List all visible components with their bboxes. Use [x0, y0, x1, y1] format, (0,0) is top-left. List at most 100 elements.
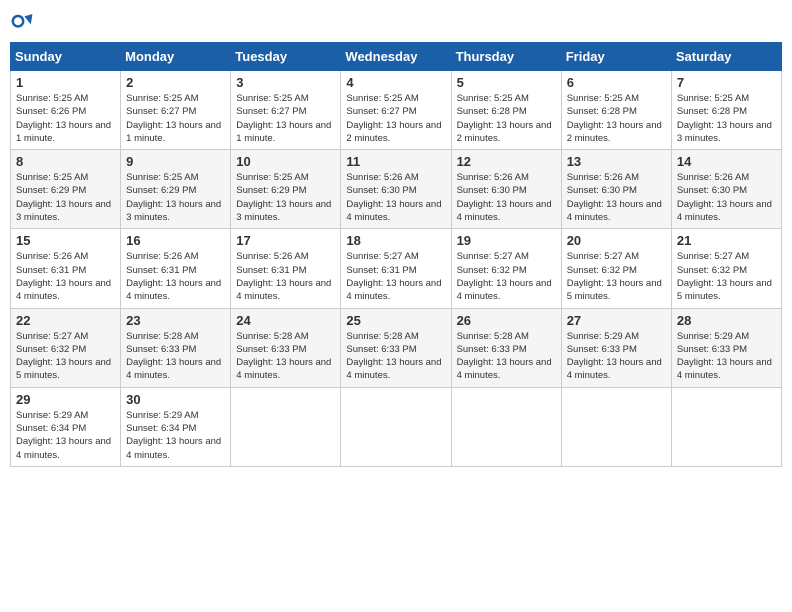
day-number: 9	[126, 154, 225, 169]
day-info: Sunrise: 5:28 AM Sunset: 6:33 PM Dayligh…	[236, 330, 335, 383]
day-number: 24	[236, 313, 335, 328]
day-info: Sunrise: 5:25 AM Sunset: 6:29 PM Dayligh…	[126, 171, 225, 224]
logo	[10, 10, 38, 34]
calendar-cell	[451, 387, 561, 466]
day-info: Sunrise: 5:29 AM Sunset: 6:33 PM Dayligh…	[677, 330, 776, 383]
day-number: 23	[126, 313, 225, 328]
day-number: 25	[346, 313, 445, 328]
day-info: Sunrise: 5:26 AM Sunset: 6:30 PM Dayligh…	[567, 171, 666, 224]
day-info: Sunrise: 5:28 AM Sunset: 6:33 PM Dayligh…	[457, 330, 556, 383]
calendar-cell: 24 Sunrise: 5:28 AM Sunset: 6:33 PM Dayli…	[231, 308, 341, 387]
day-number: 3	[236, 75, 335, 90]
day-number: 30	[126, 392, 225, 407]
day-info: Sunrise: 5:25 AM Sunset: 6:27 PM Dayligh…	[236, 92, 335, 145]
calendar-cell: 2Sunrise: 5:25 AM Sunset: 6:27 PM Daylig…	[121, 71, 231, 150]
column-header-friday: Friday	[561, 43, 671, 71]
day-number: 8	[16, 154, 115, 169]
calendar-cell: 28 Sunrise: 5:29 AM Sunset: 6:33 PM Dayli…	[671, 308, 781, 387]
day-info: Sunrise: 5:27 AM Sunset: 6:32 PM Dayligh…	[677, 250, 776, 303]
day-info: Sunrise: 5:26 AM Sunset: 6:30 PM Dayligh…	[457, 171, 556, 224]
day-info: Sunrise: 5:28 AM Sunset: 6:33 PM Dayligh…	[126, 330, 225, 383]
calendar-cell: 10 Sunrise: 5:25 AM Sunset: 6:29 PM Dayli…	[231, 150, 341, 229]
calendar-row-2: 8 Sunrise: 5:25 AM Sunset: 6:29 PM Daylig…	[11, 150, 782, 229]
day-number: 11	[346, 154, 445, 169]
day-number: 28	[677, 313, 776, 328]
day-number: 6	[567, 75, 666, 90]
calendar-cell: 15 Sunrise: 5:26 AM Sunset: 6:31 PM Dayli…	[11, 229, 121, 308]
day-number: 17	[236, 233, 335, 248]
day-info: Sunrise: 5:25 AM Sunset: 6:27 PM Dayligh…	[346, 92, 445, 145]
calendar-cell: 1 Sunrise: 5:25 AM Sunset: 6:26 PM Daylig…	[11, 71, 121, 150]
day-number: 15	[16, 233, 115, 248]
day-info: Sunrise: 5:25 AM Sunset: 6:29 PM Dayligh…	[16, 171, 115, 224]
day-number: 29	[16, 392, 115, 407]
day-info: Sunrise: 5:29 AM Sunset: 6:34 PM Dayligh…	[126, 409, 225, 462]
column-header-monday: Monday	[121, 43, 231, 71]
header-row: SundayMondayTuesdayWednesdayThursdayFrid…	[11, 43, 782, 71]
day-info: Sunrise: 5:26 AM Sunset: 6:31 PM Dayligh…	[236, 250, 335, 303]
calendar-cell: 13 Sunrise: 5:26 AM Sunset: 6:30 PM Dayli…	[561, 150, 671, 229]
calendar-cell: 11 Sunrise: 5:26 AM Sunset: 6:30 PM Dayli…	[341, 150, 451, 229]
day-info: Sunrise: 5:25 AM Sunset: 6:29 PM Dayligh…	[236, 171, 335, 224]
day-info: Sunrise: 5:26 AM Sunset: 6:31 PM Dayligh…	[126, 250, 225, 303]
calendar-cell: 23 Sunrise: 5:28 AM Sunset: 6:33 PM Dayli…	[121, 308, 231, 387]
column-header-wednesday: Wednesday	[341, 43, 451, 71]
day-info: Sunrise: 5:25 AM Sunset: 6:28 PM Dayligh…	[457, 92, 556, 145]
calendar-cell	[671, 387, 781, 466]
day-info: Sunrise: 5:27 AM Sunset: 6:32 PM Dayligh…	[16, 330, 115, 383]
calendar-cell	[561, 387, 671, 466]
calendar-cell: 5 Sunrise: 5:25 AM Sunset: 6:28 PM Daylig…	[451, 71, 561, 150]
day-info: Sunrise: 5:26 AM Sunset: 6:30 PM Dayligh…	[677, 171, 776, 224]
column-header-tuesday: Tuesday	[231, 43, 341, 71]
calendar-cell: 14 Sunrise: 5:26 AM Sunset: 6:30 PM Dayli…	[671, 150, 781, 229]
day-number: 27	[567, 313, 666, 328]
day-number: 18	[346, 233, 445, 248]
calendar-cell: 17 Sunrise: 5:26 AM Sunset: 6:31 PM Dayli…	[231, 229, 341, 308]
day-number: 7	[677, 75, 776, 90]
day-info: Sunrise: 5:25 AM Sunset: 6:26 PM Dayligh…	[16, 92, 115, 145]
calendar-cell: 22 Sunrise: 5:27 AM Sunset: 6:32 PM Dayli…	[11, 308, 121, 387]
calendar-cell: 6 Sunrise: 5:25 AM Sunset: 6:28 PM Daylig…	[561, 71, 671, 150]
calendar-cell: 4Sunrise: 5:25 AM Sunset: 6:27 PM Daylig…	[341, 71, 451, 150]
calendar-row-1: 1 Sunrise: 5:25 AM Sunset: 6:26 PM Daylig…	[11, 71, 782, 150]
day-info: Sunrise: 5:27 AM Sunset: 6:32 PM Dayligh…	[457, 250, 556, 303]
day-info: Sunrise: 5:27 AM Sunset: 6:32 PM Dayligh…	[567, 250, 666, 303]
calendar-cell: 30 Sunrise: 5:29 AM Sunset: 6:34 PM Dayli…	[121, 387, 231, 466]
day-number: 22	[16, 313, 115, 328]
calendar-cell: 18 Sunrise: 5:27 AM Sunset: 6:31 PM Dayli…	[341, 229, 451, 308]
calendar-cell	[231, 387, 341, 466]
calendar-row-3: 15 Sunrise: 5:26 AM Sunset: 6:31 PM Dayli…	[11, 229, 782, 308]
calendar-cell: 9 Sunrise: 5:25 AM Sunset: 6:29 PM Daylig…	[121, 150, 231, 229]
day-info: Sunrise: 5:27 AM Sunset: 6:31 PM Dayligh…	[346, 250, 445, 303]
calendar-cell: 27 Sunrise: 5:29 AM Sunset: 6:33 PM Dayli…	[561, 308, 671, 387]
calendar-cell: 3 Sunrise: 5:25 AM Sunset: 6:27 PM Daylig…	[231, 71, 341, 150]
day-info: Sunrise: 5:29 AM Sunset: 6:34 PM Dayligh…	[16, 409, 115, 462]
calendar-cell: 7Sunrise: 5:25 AM Sunset: 6:28 PM Daylig…	[671, 71, 781, 150]
day-number: 5	[457, 75, 556, 90]
day-number: 26	[457, 313, 556, 328]
day-number: 14	[677, 154, 776, 169]
calendar-row-4: 22 Sunrise: 5:27 AM Sunset: 6:32 PM Dayli…	[11, 308, 782, 387]
day-number: 16	[126, 233, 225, 248]
day-info: Sunrise: 5:25 AM Sunset: 6:28 PM Dayligh…	[567, 92, 666, 145]
day-number: 13	[567, 154, 666, 169]
day-number: 20	[567, 233, 666, 248]
calendar-cell: 29 Sunrise: 5:29 AM Sunset: 6:34 PM Dayli…	[11, 387, 121, 466]
day-number: 21	[677, 233, 776, 248]
day-info: Sunrise: 5:26 AM Sunset: 6:30 PM Dayligh…	[346, 171, 445, 224]
column-header-thursday: Thursday	[451, 43, 561, 71]
calendar-cell: 19Sunrise: 5:27 AM Sunset: 6:32 PM Dayli…	[451, 229, 561, 308]
calendar-cell: 21 Sunrise: 5:27 AM Sunset: 6:32 PM Dayli…	[671, 229, 781, 308]
logo-icon	[10, 10, 34, 34]
calendar-table: SundayMondayTuesdayWednesdayThursdayFrid…	[10, 42, 782, 467]
day-number: 1	[16, 75, 115, 90]
day-info: Sunrise: 5:25 AM Sunset: 6:27 PM Dayligh…	[126, 92, 225, 145]
calendar-cell: 26 Sunrise: 5:28 AM Sunset: 6:33 PM Dayli…	[451, 308, 561, 387]
calendar-cell	[341, 387, 451, 466]
calendar-cell: 25Sunrise: 5:28 AM Sunset: 6:33 PM Dayli…	[341, 308, 451, 387]
day-info: Sunrise: 5:29 AM Sunset: 6:33 PM Dayligh…	[567, 330, 666, 383]
calendar-cell: 20 Sunrise: 5:27 AM Sunset: 6:32 PM Dayli…	[561, 229, 671, 308]
day-info: Sunrise: 5:26 AM Sunset: 6:31 PM Dayligh…	[16, 250, 115, 303]
day-number: 10	[236, 154, 335, 169]
day-number: 12	[457, 154, 556, 169]
